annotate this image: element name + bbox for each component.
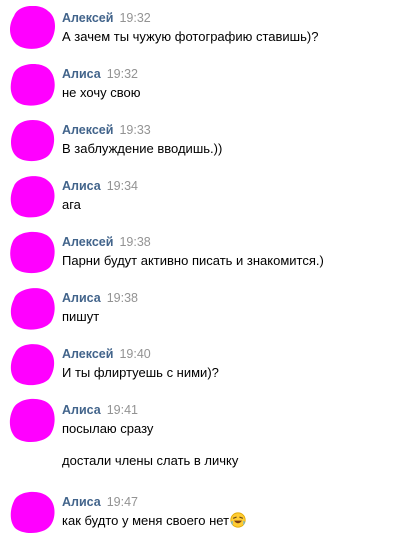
author-name[interactable]: Алексей bbox=[62, 123, 113, 137]
author-name[interactable]: Алексей bbox=[62, 347, 113, 361]
avatar[interactable] bbox=[8, 231, 58, 275]
message-text: В заблуждение вводишь.)) bbox=[62, 141, 223, 156]
message-time[interactable]: 19:40 bbox=[119, 347, 150, 361]
message-time[interactable]: 19:32 bbox=[107, 67, 138, 81]
message-meta: Алиса 19:38 bbox=[62, 290, 138, 306]
avatar[interactable] bbox=[8, 119, 58, 163]
message-time[interactable]: 19:47 bbox=[107, 495, 138, 509]
avatar[interactable] bbox=[8, 175, 58, 219]
avatar[interactable] bbox=[8, 287, 58, 331]
rolling-on-floor-laughing-icon bbox=[230, 512, 246, 533]
avatar[interactable] bbox=[8, 398, 58, 443]
message-text: Парни будут активно писать и знакомится.… bbox=[62, 253, 324, 268]
chat-history: Алексей 19:32 А зачем ты чужую фотографию… bbox=[0, 0, 410, 535]
message-meta: Алиса 19:47 bbox=[62, 494, 138, 510]
message-text: ага bbox=[62, 197, 81, 212]
author-name[interactable]: Алиса bbox=[62, 179, 101, 193]
message-text: посылаю сразу bbox=[62, 421, 154, 436]
author-name[interactable]: Алиса bbox=[62, 67, 101, 81]
author-name[interactable]: Алиса bbox=[62, 291, 101, 305]
message-meta: Алиса 19:34 bbox=[62, 178, 138, 194]
message-meta: Алексей 19:32 bbox=[62, 10, 151, 26]
author-name[interactable]: Алексей bbox=[62, 11, 113, 25]
message-text: как будто у меня своего нет bbox=[62, 513, 230, 528]
message-meta: Алиса 19:32 bbox=[62, 66, 138, 82]
message-meta: Алексей 19:40 bbox=[62, 346, 151, 362]
avatar[interactable] bbox=[8, 491, 58, 535]
author-name[interactable]: Алиса bbox=[62, 403, 101, 417]
avatar[interactable] bbox=[8, 343, 58, 387]
message-time[interactable]: 19:34 bbox=[107, 179, 138, 193]
message-text: не хочу свою bbox=[62, 85, 141, 100]
message-time[interactable]: 19:41 bbox=[107, 403, 138, 417]
message-time[interactable]: 19:32 bbox=[119, 11, 150, 25]
author-name[interactable]: Алиса bbox=[62, 495, 101, 509]
avatar[interactable] bbox=[8, 6, 58, 50]
author-name[interactable]: Алексей bbox=[62, 235, 113, 249]
message-meta: Алексей 19:38 bbox=[62, 234, 151, 250]
message-meta: Алексей 19:33 bbox=[62, 122, 151, 138]
message-time[interactable]: 19:38 bbox=[119, 235, 150, 249]
message-meta: Алиса 19:41 bbox=[62, 402, 138, 418]
message-text: И ты флиртуешь с ними)? bbox=[62, 365, 219, 380]
message-time[interactable]: 19:33 bbox=[119, 123, 150, 137]
message-time[interactable]: 19:38 bbox=[107, 291, 138, 305]
message-text: достали члены слать в личку bbox=[62, 453, 239, 468]
message-text: А зачем ты чужую фотографию ставишь)? bbox=[62, 29, 319, 44]
avatar[interactable] bbox=[8, 63, 58, 107]
message-text: пишут bbox=[62, 309, 100, 324]
message-text-row: как будто у меня своего нет bbox=[62, 512, 246, 533]
